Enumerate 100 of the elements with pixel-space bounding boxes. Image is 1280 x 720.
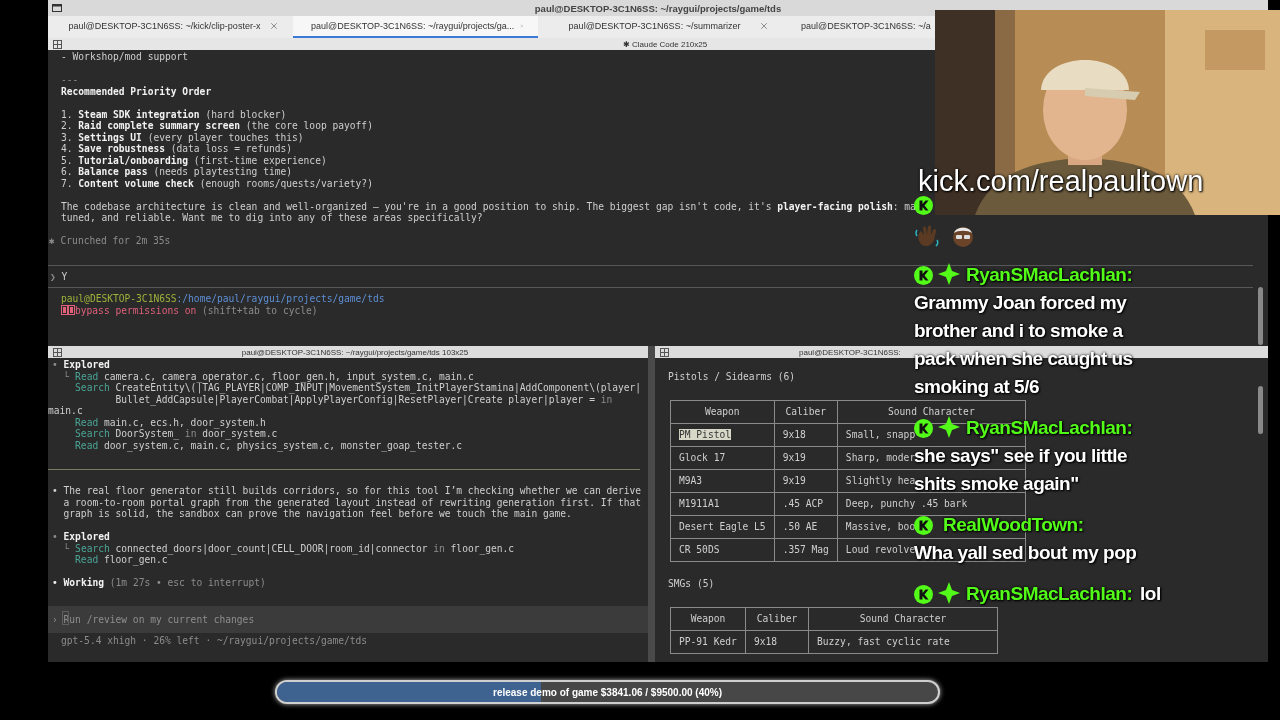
input-bar[interactable]: › Run /review on my current changes [48,605,648,633]
bullet-mark: • [52,531,58,543]
bullet-mark: • [52,577,58,589]
list-item: 4. Save robustness (data loss = refunds) [60,143,293,155]
group-title: Explored [63,359,110,371]
file-name: main.c [48,405,83,417]
bullet-mark: • [52,485,59,499]
action-verb: Read [75,416,99,428]
column-header: Weapon [690,613,726,624]
table-cell: 9x18 [782,429,806,440]
chat-message: Wha yall sed bout my pop [914,541,1137,565]
file-list: door_system.c, main.c, physics_system.c, monster_goap_tester.c [104,439,463,451]
table-cell: Slightly hea [845,475,916,486]
section-heading: Recommended Priority Order [60,85,212,98]
table-cell: M9A3 [679,475,703,486]
bullet-mark: • [52,359,58,371]
status-detail: (1m 27s • esc to interrupt) [109,577,266,589]
column-header: Sound Character [888,406,975,417]
shell-user: paul@DESKTOP-3C1N6SS [61,293,177,304]
prompt-symbol: ❯ [50,270,56,282]
action-verb: Read [75,439,99,451]
action-verb: Search [75,428,110,440]
tree-branch: └ [63,370,70,382]
list-item: 1. Steam SDK integration (hard blocker) [60,108,287,120]
keyword-text: in [600,393,613,405]
mode-text: bypass permissions on [75,304,197,316]
agent-message: The real floor generator still builds corridors, so for this tool I’m checking whether we can derive a room-to-room portal graph from the generated layout instead of rewriting generation first. If that graph is solid, the sandbox can prove the navigation feel before we touch the main game. [63,485,643,520]
table-cell: Loud revolve [845,544,916,555]
hand-emote-icon [915,224,939,248]
table-cell: CR 50DS [679,544,720,555]
splitter-bar[interactable] [648,346,655,662]
footer-text: gpt-5.4 xhigh · 26% left · ~/raygui/projects/game/tds [60,634,368,647]
action-verb: Read [75,554,99,566]
scrollbar-thumb[interactable] [1258,386,1263,434]
chat-username: RyanSMacLachlan: [966,583,1133,604]
file-list: floor_gen.c [104,554,168,566]
table-cell: .357 Mag [782,544,829,555]
summary-text: The codebase architecture is clean and well-organized — you're in a good position to ship. The biggest gap isn't code, it's player-facing polish: ma tuned, and reliable. Want me to dig into any of these areas specifically? [60,200,916,224]
table-cell: .50 AE [782,521,818,532]
terminal-tab[interactable]: paul@DESKTOP-3C1N6SS: ~/raygui/projects/ga... [293,16,538,38]
search-pattern: CreateEntity\(|TAG_PLAYER|COMP_INPUT|MovementSystem_InitPlayerStamina|AddComponent\(player| [115,382,642,394]
layout-icon [660,347,669,357]
table-cell: Massive, boo [845,521,916,532]
badge-icon [914,516,933,535]
layout-icon [53,347,62,357]
list-item: 5. Tutorial/onboarding (first-time experience) [60,154,327,167]
table-cell: Small, snapp [845,429,916,440]
keyword-text: in [433,542,445,554]
badge-icon [914,419,933,438]
status-title: Working [63,577,104,589]
action-verb: Search [75,542,110,554]
terminal-text: - Workshop/mod support [60,51,189,63]
window-icon [52,4,62,12]
close-icon[interactable] [759,21,769,31]
table-cell: Desert Eagle L5 [679,521,766,532]
face-emote-icon [951,224,975,248]
list-item: 6. Balance pass (needs playtesting time) [60,166,293,178]
scrollbar-thumb[interactable] [1258,287,1263,345]
group-title: Explored [63,531,110,543]
section-title: Pistols / Sidearms (6) [668,370,796,383]
column-header: Caliber [785,406,826,417]
chat-message: she says" see if you little shits smoke again" [914,444,1129,496]
file-list: main.c, ecs.h, door_system.h [104,416,266,428]
goal-text: release demo of game $3841.06 / $9500.00 (40%) [493,686,722,698]
list-item: 7. Content volume check (enough rooms/quests/variety?) [60,177,373,190]
list-item: 2. Raid complete summary screen (the core loop payoff) [60,120,373,132]
pane-title: paul@DESKTOP-3C1N6SS: ~/raygui/projects/game/tds 103x25 [240,347,470,357]
badge-icon [914,266,933,285]
tree-branch: └ [63,542,70,554]
chat-username: RyanSMacLachlan: [966,417,1133,438]
badge-icon [914,585,933,604]
table-cell: 9x19 [782,475,806,486]
file-list: camera.c, camera_operator.c, floor_gen.h, input_system.c, main.c [104,370,474,382]
search-pattern: Bullet_AddCapsule|PlayerCombat|ApplyPlayerConfig|ResetPlayer|Create player|player = [115,393,595,405]
action-verb: Search [75,382,110,394]
table-cell: Sharp, moder [845,452,916,463]
column-header: Sound Character [859,613,947,624]
table-cell: M1911A1 [679,498,720,509]
close-icon[interactable] [269,21,279,31]
input-field[interactable]: Run /review on my current changes [63,613,526,625]
file-name: floor_gen.c [450,542,515,554]
chat-username: RyanSMacLachlan: [966,264,1133,285]
chat-message: lol [1140,582,1161,606]
mode-icon [61,305,75,316]
prompt-text: Y [61,270,68,282]
window-title: paul@DESKTOP-3C1N6SS: ~/raygui/projects/game/tds [533,2,783,14]
search-pattern: connected_doors|door_count|CELL_DOOR|room_id|connector [115,542,428,554]
layout-icon [53,39,62,49]
list-item: 3. Settings UI (every player touches this) [60,131,304,144]
table-cell: .45 ACP [782,498,824,509]
mode-hint: (shift+tab to cycle) [202,304,318,316]
section-title: SMGs (5) [668,577,715,590]
search-pattern: DoorSystem_ [115,428,180,440]
keyword-text: in [184,428,197,440]
table-cell: Glock 17 [679,452,726,463]
table-cell: PM Pistol [679,429,731,440]
action-verb: Read [75,370,99,382]
shell-path: :/home/paul/raygui/projects/game/tds [176,293,385,304]
separator-text: --- [60,74,79,86]
pane-title: ✱ Claude Code 210x25 [621,39,709,49]
